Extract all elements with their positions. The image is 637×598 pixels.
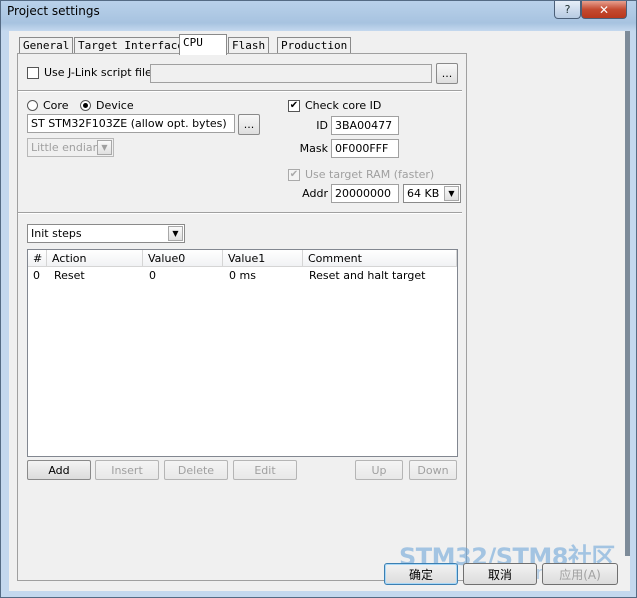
use-target-ram-row[interactable]: ✔ Use target RAM (faster): [288, 168, 434, 181]
ram-size-dropdown[interactable]: 64 KB ▼: [403, 184, 461, 203]
id-label: ID: [316, 119, 328, 132]
endian-value: Little endian: [31, 141, 100, 154]
column-header-action[interactable]: Action: [47, 250, 143, 267]
chevron-down-icon: ▼: [97, 140, 112, 155]
tab-general[interactable]: General: [19, 37, 74, 54]
help-icon: ?: [564, 3, 571, 16]
device-name-field[interactable]: ST STM32F103ZE (allow opt. bytes): [27, 114, 235, 133]
core-radio-row[interactable]: Core: [27, 99, 68, 112]
script-file-label: Use J-Link script file: [44, 66, 152, 79]
ok-button[interactable]: 确定: [384, 563, 458, 585]
use-target-ram-checkbox[interactable]: ✔: [288, 168, 300, 181]
window-title: Project settings: [7, 4, 100, 18]
mask-label: Mask: [299, 142, 328, 155]
title-bar[interactable]: Project settings ? ✕: [1, 1, 636, 25]
separator-1: [18, 90, 462, 92]
core-id-field[interactable]: 3BA00477: [331, 116, 399, 135]
radio-selected-dot: [83, 103, 88, 108]
row-comment: Reset and halt target: [309, 269, 426, 282]
device-label: Device: [96, 99, 134, 112]
steps-dropdown[interactable]: Init steps ▼: [27, 224, 185, 243]
apply-button[interactable]: 应用(A): [542, 563, 618, 585]
row-number: 0: [33, 269, 40, 282]
script-file-checkbox[interactable]: [27, 66, 39, 79]
ram-addr-field[interactable]: 20000000: [331, 184, 399, 203]
tab-flash[interactable]: Flash: [228, 37, 270, 54]
side-scrollbar[interactable]: [625, 31, 630, 556]
use-target-ram-label: Use target RAM (faster): [305, 168, 435, 181]
separator-2: [18, 212, 462, 214]
column-header-comment[interactable]: Comment: [303, 250, 457, 267]
script-file-input[interactable]: [150, 64, 432, 83]
close-icon: ✕: [598, 2, 610, 17]
cpu-panel: Use J-Link script file ... Core Device S…: [17, 53, 467, 581]
column-header-number[interactable]: #: [28, 250, 47, 267]
tab-target-interface[interactable]: Target Interface: [74, 37, 188, 54]
endian-dropdown[interactable]: Little endian ▼: [27, 138, 114, 157]
steps-list-header: # Action Value0 Value1 Comment: [28, 250, 457, 267]
delete-step-button[interactable]: Delete: [164, 460, 228, 480]
core-mask-field[interactable]: 0F000FFF: [331, 139, 399, 158]
dialog-client: General Target Interface CPU Flash Produ…: [9, 31, 630, 591]
column-header-value1[interactable]: Value1: [223, 250, 303, 267]
core-label: Core: [43, 99, 69, 112]
check-core-id-label: Check core ID: [305, 99, 382, 112]
row-action: Reset: [54, 269, 85, 282]
move-down-button[interactable]: Down: [409, 460, 457, 480]
column-header-value0[interactable]: Value0: [143, 250, 223, 267]
chevron-down-icon: ▼: [444, 186, 459, 201]
cancel-button[interactable]: 取消: [463, 563, 537, 585]
ram-size-value: 64 KB: [407, 187, 440, 200]
steps-dropdown-value: Init steps: [31, 227, 82, 240]
tab-cpu[interactable]: CPU: [179, 34, 227, 55]
close-button[interactable]: ✕: [581, 1, 627, 19]
help-button[interactable]: ?: [554, 1, 581, 19]
device-radio-row[interactable]: Device: [80, 99, 134, 112]
check-core-id-checkbox[interactable]: ✔: [288, 99, 300, 112]
insert-step-button[interactable]: Insert: [95, 460, 159, 480]
device-radio[interactable]: [80, 100, 91, 111]
move-up-button[interactable]: Up: [355, 460, 403, 480]
project-settings-window: Project settings ? ✕ General Target Inte…: [0, 0, 637, 598]
check-core-id-row[interactable]: ✔ Check core ID: [288, 99, 381, 112]
core-radio[interactable]: [27, 100, 38, 111]
steps-list[interactable]: # Action Value0 Value1 Comment 0 Reset 0…: [27, 249, 458, 457]
device-browse-button[interactable]: ...: [238, 114, 260, 135]
row-value1: 0 ms: [229, 269, 256, 282]
addr-label: Addr: [302, 187, 328, 200]
row-value0: 0: [149, 269, 156, 282]
edit-step-button[interactable]: Edit: [233, 460, 297, 480]
tab-production[interactable]: Production: [277, 37, 352, 54]
script-file-row: Use J-Link script file: [27, 66, 152, 79]
table-row[interactable]: 0 Reset 0 0 ms Reset and halt target: [28, 267, 457, 283]
script-file-browse-button[interactable]: ...: [436, 63, 458, 84]
add-step-button[interactable]: Add: [27, 460, 91, 480]
chevron-down-icon: ▼: [168, 226, 183, 241]
